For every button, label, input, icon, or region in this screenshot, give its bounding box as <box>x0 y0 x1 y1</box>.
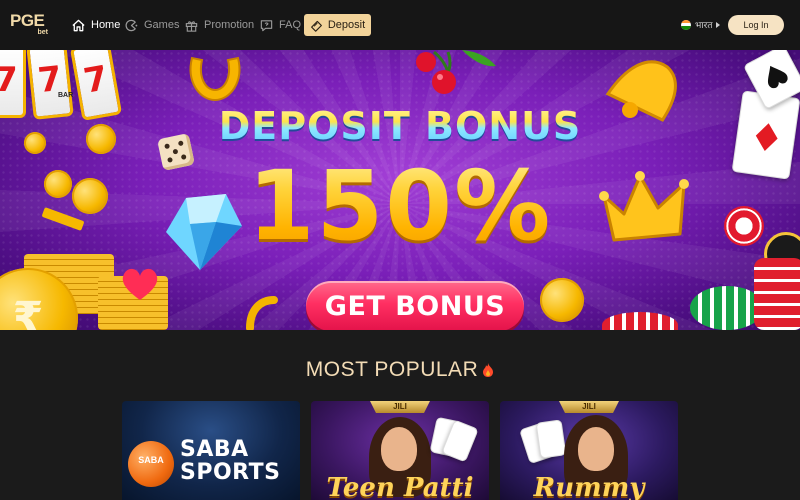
game-title-line: SABA <box>180 437 249 462</box>
nav-item-label: Promotion <box>204 19 255 31</box>
character-face <box>578 427 614 471</box>
horseshoe-icon <box>189 56 241 102</box>
game-title: Teen Patti <box>326 473 474 500</box>
game-card-rummy[interactable]: JILI Rummy <box>500 401 678 500</box>
nav-item-home[interactable]: Home <box>71 16 120 34</box>
brand-logo[interactable]: PGE bet <box>10 12 52 40</box>
wallet-icon <box>310 20 322 32</box>
section-title: MOST POPULAR <box>0 358 800 382</box>
nav-item-label: Home <box>91 19 121 31</box>
games-icon <box>125 19 138 31</box>
get-bonus-button[interactable]: GET BONUS <box>306 281 524 330</box>
gift-icon <box>185 20 198 32</box>
saba-badge-text: SABA <box>138 455 164 465</box>
faq-icon <box>260 19 273 31</box>
red-chip-stack <box>754 258 800 330</box>
slot-symbol: 7 <box>80 58 111 102</box>
nav-item-faq[interactable]: FAQ <box>259 16 301 34</box>
game-title: SABA SPORTS <box>180 438 280 484</box>
playing-card <box>535 419 567 459</box>
logo-text: PGE <box>10 11 45 30</box>
game-card-teen-patti[interactable]: JILI Teen Patti <box>311 401 489 500</box>
top-nav: PGE bet Home Games Promotion FAQ Deposit… <box>0 0 800 50</box>
language-label: भारत <box>695 20 713 30</box>
language-selector[interactable]: भारत <box>681 18 721 31</box>
deposit-button-label: Deposit <box>327 19 366 31</box>
game-card-saba-sports[interactable]: SABA SABA SPORTS <box>122 401 300 500</box>
home-icon <box>72 19 85 31</box>
arrow-icon <box>246 296 278 330</box>
character-face <box>381 427 417 471</box>
green-chip-stack <box>690 286 764 330</box>
india-flag-icon <box>681 19 691 30</box>
login-button[interactable]: Log In <box>728 15 784 35</box>
nav-item-promotion[interactable]: Promotion <box>184 16 254 34</box>
gold-coin <box>540 278 584 322</box>
provider-badge: JILI <box>559 401 619 413</box>
provider-badge: JILI <box>370 401 430 413</box>
rupee-symbol: ₹ <box>12 292 44 331</box>
deposit-button[interactable]: Deposit <box>304 14 371 36</box>
nav-item-games[interactable]: Games <box>124 16 179 34</box>
cherries-icon <box>416 50 496 94</box>
banner-title-text: DEPOSIT BONUS <box>218 104 582 148</box>
nav-item-label: Games <box>144 19 180 31</box>
nav-item-label: FAQ <box>279 19 302 31</box>
caret-right-icon <box>716 21 721 28</box>
game-title-line: SPORTS <box>180 460 281 485</box>
banner-title: DEPOSIT BONUS <box>0 104 800 148</box>
fire-icon <box>483 363 494 377</box>
logo-subtext: bet <box>37 29 49 36</box>
section-title-text: MOST POPULAR <box>305 358 479 381</box>
bonus-percent: 150% <box>0 156 800 256</box>
basketball-logo: SABA <box>128 441 174 487</box>
bonus-percent-text: 150% <box>247 150 553 262</box>
slot-bar-label: BAR <box>58 92 74 99</box>
heart-icon <box>122 268 158 300</box>
game-title: Rummy <box>533 473 645 500</box>
promo-banner[interactable]: 7 7 7 BAR ₹ DEPOSIT BONUS 150% GET BONUS <box>0 50 800 330</box>
slot-symbol: 7 <box>0 60 18 100</box>
